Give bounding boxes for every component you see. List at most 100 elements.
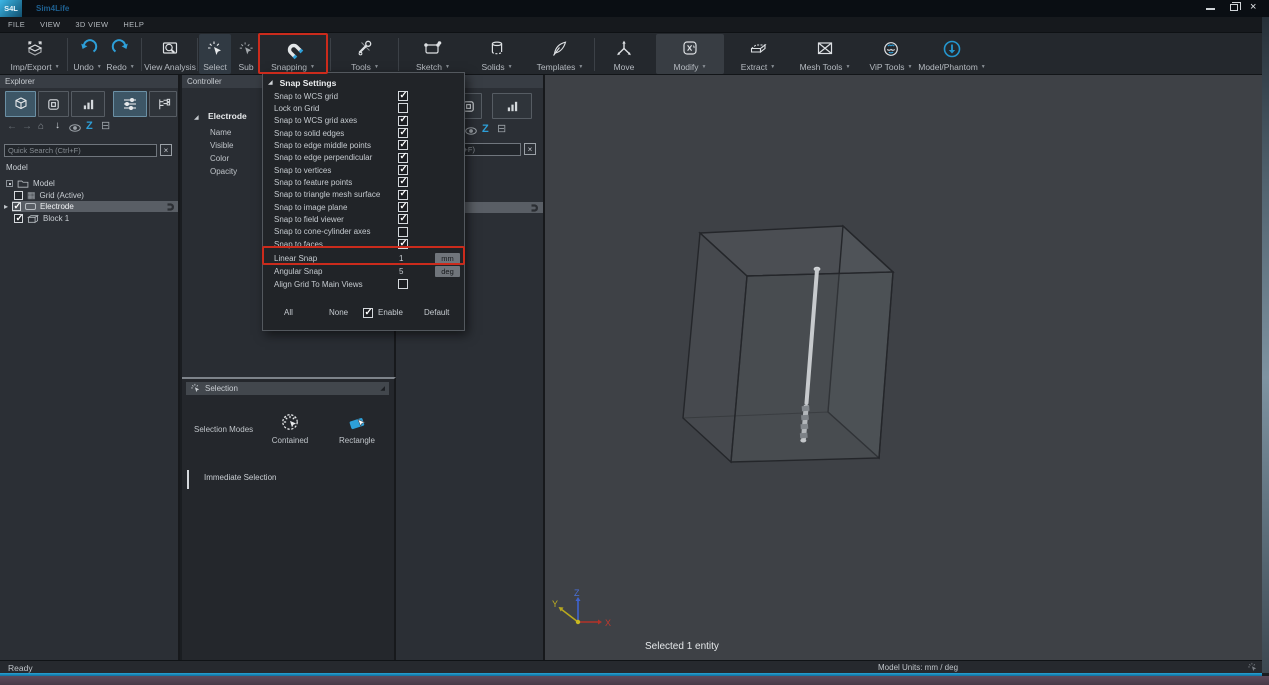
sketch-button[interactable]: Sketch [402, 34, 464, 74]
checkbox[interactable] [398, 214, 408, 224]
immediate-selection-checkbox[interactable] [187, 470, 189, 489]
menu-item[interactable]: Snap to cone-cylinder axes [263, 226, 464, 238]
selection-mode-contained[interactable]: Contained [268, 412, 312, 445]
viewport-3d[interactable]: Z Y X Selected 1 entity [545, 75, 1262, 660]
modify-button[interactable]: Modify [656, 34, 724, 74]
checkbox[interactable] [398, 177, 408, 187]
menu-item[interactable]: Snap to feature points [263, 176, 464, 188]
align-grid-row[interactable]: Align Grid To Main Views [263, 278, 464, 291]
snap-none-button[interactable]: None [329, 308, 348, 317]
expander-icon[interactable] [6, 180, 13, 187]
restore-icon[interactable] [1230, 4, 1238, 11]
menu-item[interactable]: Snap to WCS grid [263, 90, 464, 102]
redo-button[interactable]: Redo [104, 34, 137, 74]
linear-snap-value[interactable]: 1 [399, 254, 403, 263]
tree-row-electrode[interactable]: Electrode [4, 201, 74, 212]
imp-export-button[interactable]: Imp/Export [6, 34, 64, 74]
expander-icon[interactable] [194, 114, 199, 121]
checkbox[interactable] [398, 128, 408, 138]
clear-search-button[interactable] [524, 143, 536, 155]
angular-snap-value[interactable]: 5 [399, 267, 403, 276]
menu-3d-view[interactable]: 3D VIEW [75, 20, 108, 29]
snap-all-button[interactable]: All [284, 308, 293, 317]
vip-tools-button[interactable]: ViP Tools [861, 34, 921, 74]
zoom-z-icon[interactable] [86, 121, 93, 131]
menu-file[interactable]: FILE [8, 20, 25, 29]
controller-prop-color[interactable]: Color [210, 154, 229, 163]
back-arrow-icon[interactable] [7, 122, 17, 132]
explorer-analysis-view-button[interactable] [492, 93, 532, 119]
clear-search-button[interactable] [160, 144, 172, 156]
model-phantom-button[interactable]: Model/Phantom [921, 34, 983, 74]
menu-item[interactable]: Snap to faces [263, 238, 464, 250]
explorer-simulation-view-button[interactable] [38, 91, 69, 117]
eye-icon[interactable] [465, 127, 477, 135]
close-icon[interactable] [1250, 1, 1256, 13]
move-button[interactable]: Move [598, 34, 650, 74]
controller-prop-visible[interactable]: Visible [210, 141, 233, 150]
checkbox[interactable] [398, 91, 408, 101]
menu-item[interactable]: Snap to solid edges [263, 127, 464, 139]
collapse-all-icon[interactable] [497, 124, 506, 134]
visibility-checkbox[interactable] [14, 191, 23, 200]
checkbox[interactable] [398, 190, 408, 200]
visibility-checkbox[interactable] [14, 214, 23, 223]
zoom-z-icon[interactable] [482, 124, 489, 134]
eye-icon[interactable] [69, 124, 81, 132]
explorer-model-view-button[interactable] [5, 91, 36, 117]
extract-button[interactable]: Extract [727, 34, 789, 74]
explorer-analysis-view-button[interactable] [71, 91, 105, 117]
visibility-checkbox[interactable] [12, 202, 21, 211]
menu-item[interactable]: Snap to edge middle points [263, 139, 464, 151]
selection-mode-rectangle[interactable]: Rectangle [334, 412, 380, 445]
controller-prop-name[interactable]: Name [210, 128, 231, 137]
home-icon[interactable] [38, 122, 44, 132]
menu-item[interactable]: Snap to image plane [263, 201, 464, 213]
checkbox[interactable] [398, 140, 408, 150]
explorer-filter-button[interactable] [113, 91, 147, 117]
solids-button[interactable]: Solids [466, 34, 528, 74]
checkbox[interactable] [398, 153, 408, 163]
down-arrow-icon[interactable] [55, 121, 60, 131]
tools-button[interactable]: Tools [334, 34, 396, 74]
snap-enable-label[interactable]: Enable [378, 308, 403, 317]
menu-item[interactable]: Snap to triangle mesh surface [263, 189, 464, 201]
minimize-icon[interactable] [1206, 8, 1215, 10]
menu-view[interactable]: VIEW [40, 20, 60, 29]
checkbox[interactable] [398, 202, 408, 212]
templates-button[interactable]: Templates [528, 34, 592, 74]
checkbox[interactable] [398, 103, 408, 113]
collapse-icon[interactable] [380, 385, 385, 392]
mesh-tools-button[interactable]: Mesh Tools [791, 34, 859, 74]
enable-checkbox[interactable] [363, 308, 373, 318]
angular-snap-row[interactable]: Angular Snap 5 deg [263, 265, 464, 278]
menu-item[interactable]: Lock on Grid [263, 102, 464, 114]
quick-search-input[interactable]: Quick Search (Ctrl+F) [4, 144, 157, 157]
tree-row-model[interactable]: Model [6, 178, 55, 189]
checkbox[interactable] [398, 227, 408, 237]
selection-panel-header[interactable]: Selection [186, 382, 389, 395]
controller-prop-opacity[interactable]: Opacity [210, 167, 237, 176]
menu-help[interactable]: HELP [123, 20, 144, 29]
menu-item[interactable]: Snap to field viewer [263, 213, 464, 225]
checkbox[interactable] [398, 165, 408, 175]
view-analysis-button[interactable]: View Analysis [144, 34, 196, 74]
linear-snap-row[interactable]: Linear Snap 1 mm [263, 252, 464, 265]
undo-button[interactable]: Undo [71, 34, 104, 74]
tree-row-block1[interactable]: Block 1 [14, 213, 69, 224]
explorer-tree-view-button[interactable] [149, 91, 177, 117]
sub-select-button[interactable]: Sub [232, 34, 260, 74]
menu-item[interactable]: Snap to vertices [263, 164, 464, 176]
checkbox[interactable] [398, 239, 408, 249]
menu-item[interactable]: Snap to edge perpendicular [263, 152, 464, 164]
menu-item[interactable]: Snap to WCS grid axes [263, 115, 464, 127]
select-button[interactable]: Select [199, 34, 231, 74]
collapse-all-icon[interactable] [101, 121, 110, 131]
snapping-button[interactable]: Snapping [262, 34, 324, 74]
forward-arrow-icon[interactable] [22, 122, 32, 132]
expander-icon[interactable] [4, 202, 8, 211]
snap-default-button[interactable]: Default [424, 308, 449, 317]
tree-row-grid[interactable]: Grid (Active) [14, 190, 84, 201]
checkbox[interactable] [398, 279, 408, 289]
checkbox[interactable] [398, 116, 408, 126]
